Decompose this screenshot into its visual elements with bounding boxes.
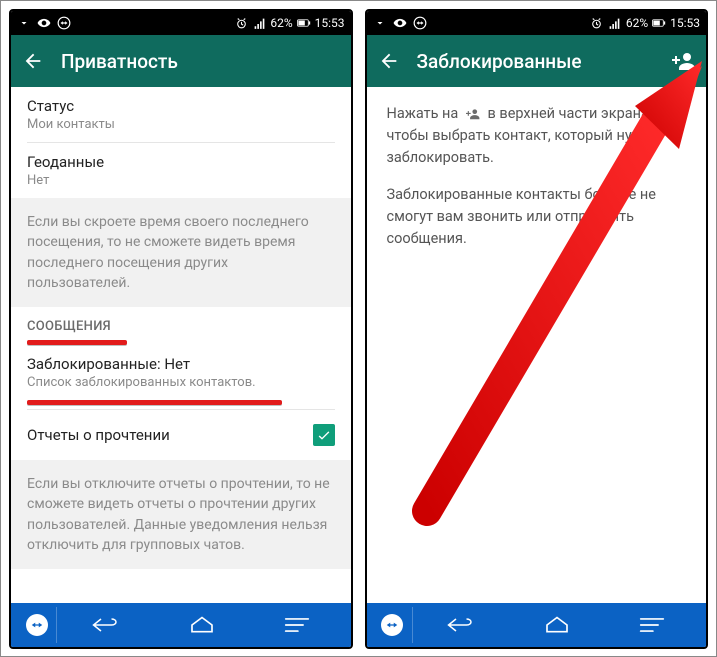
section-header-label: СООБЩЕНИЯ — [27, 319, 111, 334]
person-add-icon — [464, 107, 482, 121]
info-last-seen: Если вы скроете время своего последнего … — [11, 198, 351, 307]
chevron-down-icon — [17, 16, 31, 30]
phone-right: 62% 15:53 Заблокированные Нажать на в ве… — [365, 9, 709, 649]
annotation-underline — [27, 340, 127, 345]
section-header-messages: СООБЩЕНИЯ — [11, 307, 351, 340]
appbar: Заблокированные — [367, 35, 707, 87]
setting-label: Геоданные — [27, 153, 335, 171]
instruction-text: Нажать на в верхней части экрана, чтобы … — [367, 87, 707, 176]
setting-label: Статус — [27, 97, 335, 115]
settings-content: Статус Мои контакты Геоданные Нет Если в… — [11, 87, 351, 603]
eye-icon — [37, 16, 51, 30]
battery-percent: 62% — [270, 16, 292, 30]
teamviewer-status-icon — [413, 16, 427, 30]
checkbox-checked-icon[interactable] — [313, 424, 335, 446]
battery-icon — [297, 16, 311, 30]
back-button[interactable] — [21, 49, 45, 73]
setting-blocked[interactable]: Заблокированные: Нет Список заблокирован… — [11, 349, 351, 400]
teamviewer-icon — [26, 614, 48, 636]
chevron-down-icon — [373, 16, 387, 30]
setting-value: Список заблокированных контактов. — [27, 375, 335, 390]
alarm-icon — [590, 16, 604, 30]
navbar — [11, 603, 351, 647]
add-contact-button[interactable] — [672, 49, 696, 73]
setting-status[interactable]: Статус Мои контакты — [11, 87, 351, 142]
phone-left: 62% 15:53 Приватность Статус Мои контакт… — [9, 9, 353, 649]
signal-icon — [608, 16, 622, 30]
navbar — [367, 603, 707, 647]
setting-label: Отчеты о прочтении — [27, 426, 313, 444]
nav-recent-button[interactable] — [632, 607, 672, 643]
nav-teamviewer[interactable] — [17, 607, 57, 643]
nav-home-button[interactable] — [182, 607, 222, 643]
nav-home-button[interactable] — [537, 607, 577, 643]
setting-label: Заблокированные: Нет — [27, 355, 335, 373]
teamviewer-status-icon — [57, 16, 71, 30]
clock-time: 15:53 — [670, 16, 700, 30]
info-read-receipts: Если вы отключите отчеты о прочтении, то… — [11, 460, 351, 569]
clock-time: 15:53 — [315, 16, 345, 30]
annotation-underline — [27, 400, 282, 405]
nav-back-button[interactable] — [87, 607, 127, 643]
setting-read-receipts[interactable]: Отчеты о прочтении — [11, 410, 351, 460]
alarm-icon — [234, 16, 248, 30]
back-button[interactable] — [377, 49, 401, 73]
setting-value: Нет — [27, 173, 335, 188]
signal-icon — [252, 16, 266, 30]
appbar-title: Заблокированные — [417, 50, 582, 73]
nav-teamviewer[interactable] — [373, 607, 413, 643]
text-part: Нажать на — [387, 105, 462, 122]
teamviewer-icon — [381, 614, 403, 636]
nav-recent-button[interactable] — [277, 607, 317, 643]
statusbar: 62% 15:53 — [11, 11, 351, 35]
setting-value: Мои контакты — [27, 117, 335, 132]
setting-geo[interactable]: Геоданные Нет — [11, 143, 351, 198]
appbar: Приватность — [11, 35, 351, 87]
eye-icon — [393, 16, 407, 30]
battery-percent: 62% — [626, 16, 648, 30]
battery-icon — [652, 16, 666, 30]
blocked-content: Нажать на в верхней части экрана, чтобы … — [367, 87, 707, 603]
instruction-text-2: Заблокированные контакты больше не смогу… — [367, 176, 707, 257]
nav-back-button[interactable] — [442, 607, 482, 643]
appbar-title: Приватность — [61, 50, 178, 73]
statusbar: 62% 15:53 — [367, 11, 707, 35]
